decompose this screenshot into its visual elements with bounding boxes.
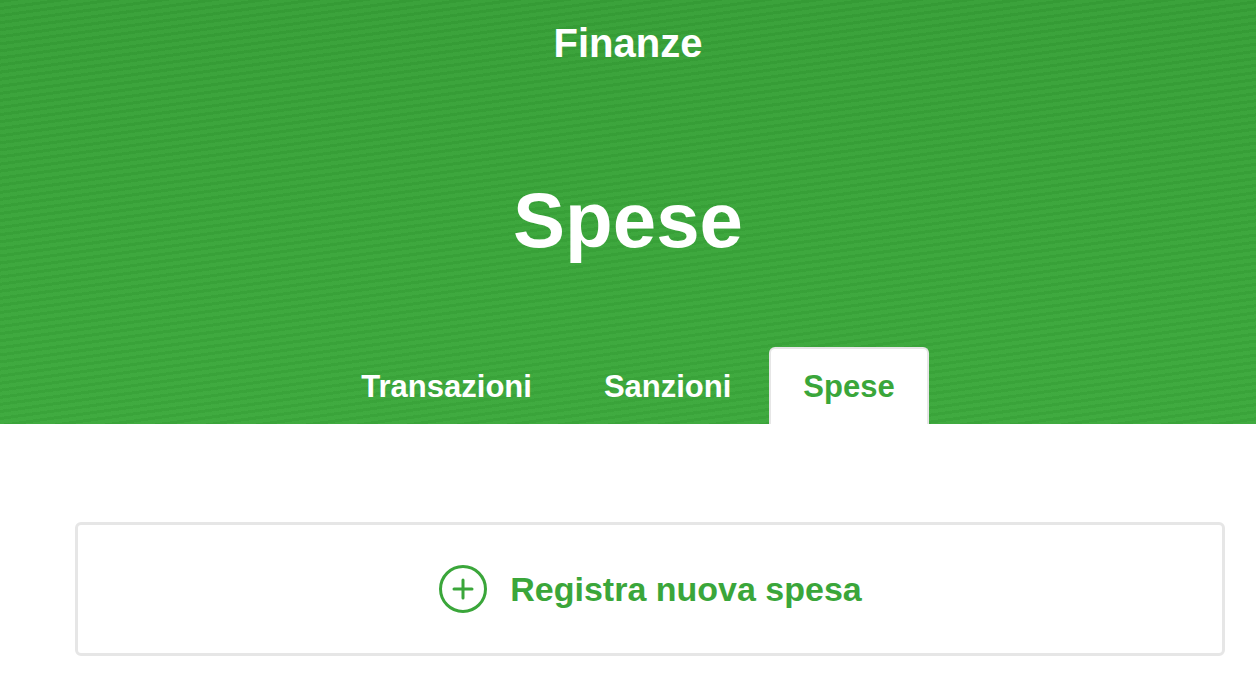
tab[interactable]: Sanzioni <box>570 347 765 424</box>
add-expense-button[interactable]: Registra nuova spesa <box>75 522 1225 656</box>
page-title: Spese <box>513 175 743 265</box>
tab-bar: Transazioni Sanzioni Spese <box>327 347 928 424</box>
tab[interactable]: Transazioni <box>327 347 566 424</box>
tab[interactable]: Spese <box>769 347 928 424</box>
tab-label[interactable]: Spese <box>803 369 894 405</box>
page-header: Finanze Spese Transazioni Sanzioni Spese <box>0 0 1256 424</box>
section-label: Finanze <box>554 19 703 67</box>
plus-circle-icon[interactable] <box>438 564 488 614</box>
tab-label[interactable]: Transazioni <box>361 369 532 405</box>
add-expense-label[interactable]: Registra nuova spesa <box>510 570 861 609</box>
content-area: Registra nuova spesa <box>0 424 1256 656</box>
tab-label[interactable]: Sanzioni <box>604 369 731 405</box>
